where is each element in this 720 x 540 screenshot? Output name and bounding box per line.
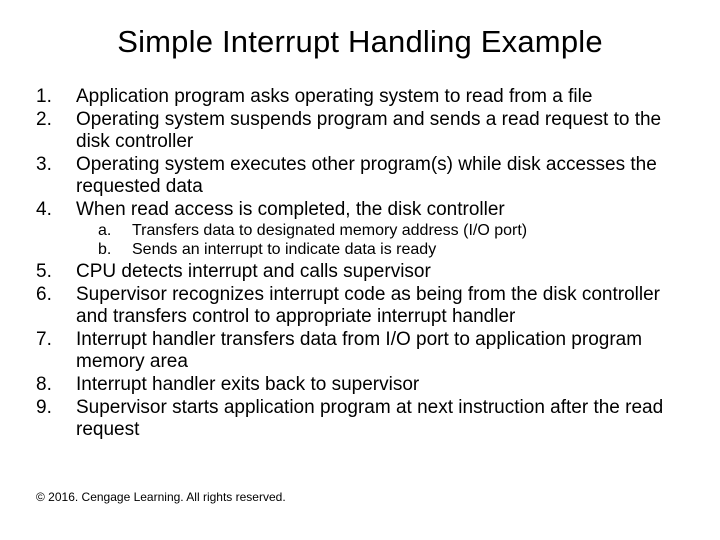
subitem-text: Sends an interrupt to indicate data is r… xyxy=(132,241,684,260)
item-text: Supervisor recognizes interrupt code as … xyxy=(76,284,684,328)
list-item: 7. Interrupt handler transfers data from… xyxy=(36,329,684,373)
subitem-letter: b. xyxy=(98,241,132,260)
list-item: 1. Application program asks operating sy… xyxy=(36,86,684,108)
list-item: 4. When read access is completed, the di… xyxy=(36,199,684,221)
sub-list-item: a. Transfers data to designated memory a… xyxy=(98,222,684,241)
item-number: 6. xyxy=(36,284,76,328)
slide-title: Simple Interrupt Handling Example xyxy=(36,24,684,60)
list-item: 6. Supervisor recognizes interrupt code … xyxy=(36,284,684,328)
item-number: 9. xyxy=(36,397,76,441)
item-text: Operating system suspends program and se… xyxy=(76,109,684,153)
item-number: 3. xyxy=(36,154,76,198)
item-text: Supervisor starts application program at… xyxy=(76,397,684,441)
item-text: Interrupt handler transfers data from I/… xyxy=(76,329,684,373)
sub-list-item: b. Sends an interrupt to indicate data i… xyxy=(98,241,684,260)
item-number: 2. xyxy=(36,109,76,153)
list-item: 3. Operating system executes other progr… xyxy=(36,154,684,198)
item-number: 1. xyxy=(36,86,76,108)
item-text: Application program asks operating syste… xyxy=(76,86,684,108)
main-list-part2: 5. CPU detects interrupt and calls super… xyxy=(36,261,684,441)
item-number: 8. xyxy=(36,374,76,396)
subitem-text: Transfers data to designated memory addr… xyxy=(132,222,684,241)
sub-list: a. Transfers data to designated memory a… xyxy=(98,222,684,260)
slide-container: { "title": "Simple Interrupt Handling Ex… xyxy=(0,0,720,540)
item-text: CPU detects interrupt and calls supervis… xyxy=(76,261,684,283)
item-number: 5. xyxy=(36,261,76,283)
item-number: 4. xyxy=(36,199,76,221)
item-text: Interrupt handler exits back to supervis… xyxy=(76,374,684,396)
main-list-part1: 1. Application program asks operating sy… xyxy=(36,86,684,221)
item-text: Operating system executes other program(… xyxy=(76,154,684,198)
subitem-letter: a. xyxy=(98,222,132,241)
list-item: 2. Operating system suspends program and… xyxy=(36,109,684,153)
copyright-footer: © 2016. Cengage Learning. All rights res… xyxy=(36,490,286,504)
list-item: 8. Interrupt handler exits back to super… xyxy=(36,374,684,396)
list-item: 5. CPU detects interrupt and calls super… xyxy=(36,261,684,283)
item-number: 7. xyxy=(36,329,76,373)
item-text: When read access is completed, the disk … xyxy=(76,199,684,221)
list-item: 9. Supervisor starts application program… xyxy=(36,397,684,441)
